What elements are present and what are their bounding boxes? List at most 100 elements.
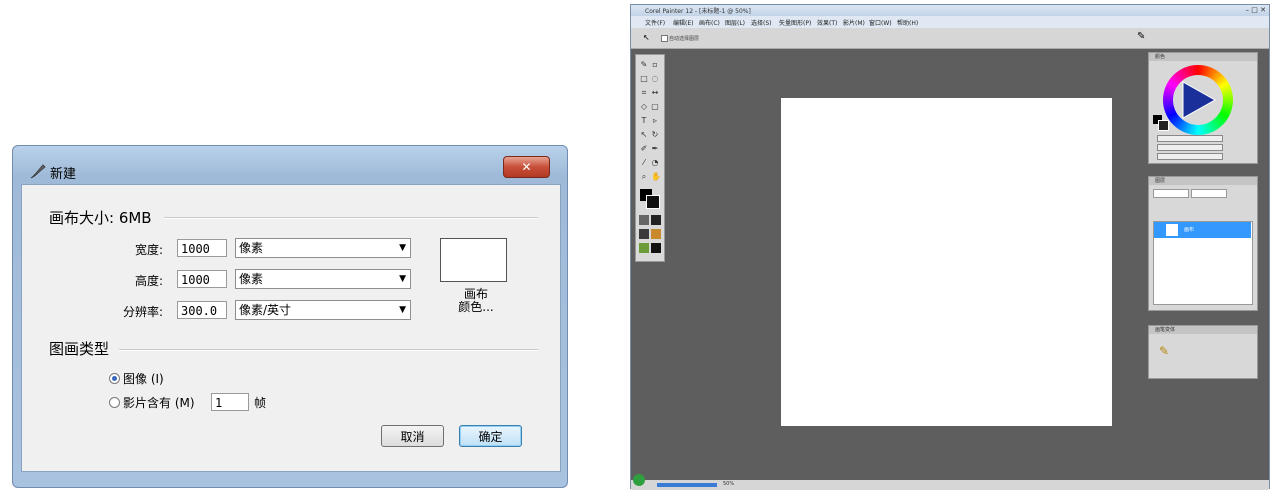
menu-window[interactable]: 窗口(W) (869, 18, 892, 27)
maximize-icon[interactable]: □ (1251, 6, 1258, 14)
zoom-slider[interactable] (657, 483, 717, 487)
width-input[interactable]: 1000 (177, 239, 227, 257)
chevron-down-icon: ▼ (399, 274, 406, 284)
auto-select-checkbox[interactable] (661, 35, 668, 42)
pen-icon[interactable]: ✒ (651, 145, 659, 153)
chevron-down-icon: ▼ (399, 243, 406, 253)
painter-brush-icon (30, 164, 46, 179)
window-controls[interactable]: – □ ✕ (1246, 6, 1266, 14)
pencil-variant-icon[interactable]: ✎ (1159, 344, 1169, 358)
opacity-field[interactable] (1191, 189, 1227, 198)
resolution-unit-select[interactable]: 像素/英寸 ▼ (235, 300, 411, 320)
brush-icon[interactable]: ✎ (1137, 31, 1145, 42)
rectangle-shape-icon[interactable]: ▢ (651, 103, 659, 111)
status-bar: 50% (631, 474, 1269, 490)
color-triangle[interactable] (1179, 80, 1217, 120)
additional-color-swatch[interactable] (646, 195, 660, 209)
picture-type-heading: 图画类型 (49, 340, 110, 358)
weaves-selector-icon[interactable] (651, 243, 661, 253)
paper-selector-icon[interactable] (639, 215, 649, 225)
shape-icon[interactable]: ◇ (640, 103, 648, 111)
height-label: 高度: (134, 274, 163, 288)
height-unit-value: 像素 (239, 272, 264, 286)
canvas-color-line2: 颜色... (458, 300, 494, 314)
brush-variant-panel: 画笔变体 ✎ (1148, 325, 1258, 379)
menu-canvas[interactable]: 画布(C) (699, 18, 720, 27)
text-tool-icon[interactable]: T (640, 117, 648, 125)
property-bar: ↖ 自动选择图层 ✎ (631, 28, 1269, 49)
layers-panel: 图层 画布 (1148, 176, 1258, 311)
lasso-icon[interactable]: ◌ (651, 75, 659, 83)
close-icon[interactable]: ✕ (1260, 6, 1266, 14)
look-selector-icon[interactable] (639, 243, 649, 253)
grabber-icon[interactable]: ✋ (651, 173, 661, 181)
height-unit-select[interactable]: 像素 ▼ (235, 269, 411, 289)
value-slider[interactable] (1157, 153, 1223, 160)
rotate-icon[interactable]: ↻ (651, 131, 659, 139)
menu-select[interactable]: 选择(S) (751, 18, 772, 27)
movie-radio[interactable] (109, 397, 120, 408)
frames-input[interactable]: 1 (211, 393, 249, 411)
ok-button[interactable]: 确定 (459, 425, 522, 447)
start-orb-icon[interactable] (633, 474, 645, 486)
menu-layers[interactable]: 图层(L) (725, 18, 745, 27)
image-radio-label[interactable]: 图像 (I) (123, 370, 164, 387)
canvas-color-swatch[interactable] (440, 238, 507, 282)
height-input[interactable]: 1000 (177, 270, 227, 288)
brush-tool-icon[interactable]: ✎ (640, 61, 648, 69)
resolution-unit-value: 像素/英寸 (239, 303, 292, 317)
layers-panel-title: 图层 (1149, 177, 1257, 185)
width-unit-select[interactable]: 像素 ▼ (235, 238, 411, 258)
menu-help[interactable]: 帮助(H) (897, 18, 918, 27)
movie-radio-label[interactable]: 影片含有 (M) (123, 394, 195, 411)
painter-title: Corel Painter 12 - [未标题-1 @ 50%] (645, 8, 751, 15)
color-panel-title: 颜色 (1149, 53, 1257, 61)
close-button[interactable]: ✕ (503, 156, 550, 178)
layer-row-canvas[interactable]: 画布 (1154, 222, 1251, 238)
eyedropper-icon[interactable]: ⁄ (640, 159, 648, 167)
eraser-icon[interactable]: ✐ (640, 145, 648, 153)
new-canvas-dialog: 新建 ✕ 画布大小: 6MB 宽度: 1000 像素 ▼ 高度: 1000 像素… (12, 145, 568, 488)
gradient-selector-icon[interactable] (639, 229, 649, 239)
cloner-icon[interactable]: ◔ (651, 159, 659, 167)
pattern-selector-icon[interactable] (651, 215, 661, 225)
auto-select-label: 自动选择图层 (669, 36, 700, 42)
transform-icon[interactable]: ↔ (651, 89, 659, 97)
canvas-size-heading: 画布大小: 6MB (49, 209, 152, 227)
painter-window: Corel Painter 12 - [未标题-1 @ 50%] – □ ✕ 文… (630, 4, 1270, 490)
shape-select-icon[interactable]: ▹ (651, 117, 659, 125)
nozzle-selector-icon[interactable] (651, 229, 661, 239)
image-radio[interactable] (109, 373, 120, 384)
chevron-down-icon: ▼ (399, 305, 406, 315)
canvas-color-label[interactable]: 画布 颜色... (450, 288, 502, 314)
resolution-label: 分辨率: (122, 305, 163, 319)
blend-mode-select[interactable] (1153, 189, 1189, 198)
layer-adjuster-icon[interactable]: ↖ (643, 33, 650, 42)
cancel-button[interactable]: 取消 (381, 425, 444, 447)
layer-name: 画布 (1184, 227, 1195, 233)
dialog-titlebar[interactable] (13, 146, 567, 184)
menu-movie[interactable]: 影片(M) (843, 18, 865, 27)
menu-file[interactable]: 文件(F) (645, 18, 665, 27)
secondary-color-chip[interactable] (1158, 120, 1169, 131)
width-unit-value: 像素 (239, 241, 264, 255)
canvas[interactable] (781, 98, 1112, 426)
rect-select-icon[interactable]: □ (640, 75, 648, 83)
frames-unit-label: 帧 (254, 396, 267, 410)
zoom-level: 50% (723, 481, 735, 487)
crop-icon[interactable]: ⌗ (640, 89, 648, 97)
hue-slider[interactable] (1157, 135, 1223, 142)
brush-panel-title: 画笔变体 (1149, 326, 1257, 334)
layer-thumbnail (1166, 224, 1178, 236)
menu-effects[interactable]: 效果(T) (817, 18, 837, 27)
pointer-icon[interactable]: ↖ (640, 131, 648, 139)
saturation-slider[interactable] (1157, 144, 1223, 151)
dropper-tool-icon[interactable]: ▫ (651, 61, 659, 69)
minimize-icon[interactable]: – (1246, 6, 1250, 14)
resolution-input[interactable]: 300.0 (177, 301, 227, 319)
width-label: 宽度: (134, 243, 163, 257)
dialog-title: 新建 (50, 167, 77, 182)
menu-edit[interactable]: 编辑(E) (673, 18, 693, 27)
magnifier-icon[interactable]: ⌕ (640, 173, 648, 181)
menu-vector[interactable]: 矢量图形(P) (779, 18, 811, 27)
